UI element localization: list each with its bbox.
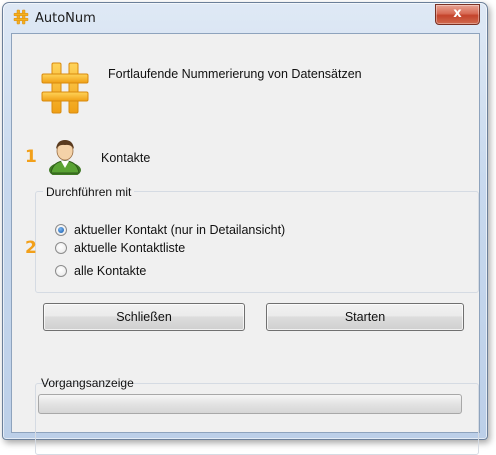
step-marker-1: 1 bbox=[25, 147, 37, 167]
close-window-button[interactable]: x bbox=[435, 4, 480, 25]
hash-icon bbox=[13, 9, 29, 25]
close-icon: x bbox=[453, 6, 462, 21]
hash-icon-large bbox=[41, 62, 89, 114]
perform-with-legend: Durchführen mit bbox=[43, 185, 135, 199]
radio-button-checked[interactable] bbox=[55, 224, 67, 236]
progress-legend: Vorgangsanzeige bbox=[41, 376, 134, 390]
radio-all-contacts[interactable]: alle Kontakte bbox=[55, 262, 146, 280]
radio-button[interactable] bbox=[55, 242, 67, 254]
window-title: AutoNum bbox=[35, 11, 96, 26]
step-marker-2: 2 bbox=[25, 238, 37, 258]
radio-current-contact[interactable]: aktueller Kontakt (nur in Detailansicht) bbox=[55, 221, 285, 239]
radio-label: aktueller Kontakt (nur in Detailansicht) bbox=[74, 223, 286, 237]
contacts-label: Kontakte bbox=[101, 151, 151, 165]
progress-bar bbox=[38, 394, 462, 414]
contact-person-icon bbox=[49, 140, 81, 175]
radio-label: alle Kontakte bbox=[74, 264, 147, 278]
close-button[interactable]: Schließen bbox=[43, 303, 245, 331]
dialog-description: Fortlaufende Nummerierung von Datensätze… bbox=[108, 67, 362, 81]
radio-label: aktuelle Kontaktliste bbox=[74, 241, 186, 255]
radio-current-contact-list[interactable]: aktuelle Kontaktliste bbox=[55, 239, 185, 257]
dialog-client-area: Fortlaufende Nummerierung von Datensätze… bbox=[11, 33, 480, 455]
autonum-window: AutoNum x Fortlaufende Nummerierung von … bbox=[2, 2, 488, 455]
start-button[interactable]: Starten bbox=[266, 303, 464, 331]
title-bar[interactable]: AutoNum x bbox=[3, 3, 487, 33]
radio-button[interactable] bbox=[55, 265, 67, 277]
